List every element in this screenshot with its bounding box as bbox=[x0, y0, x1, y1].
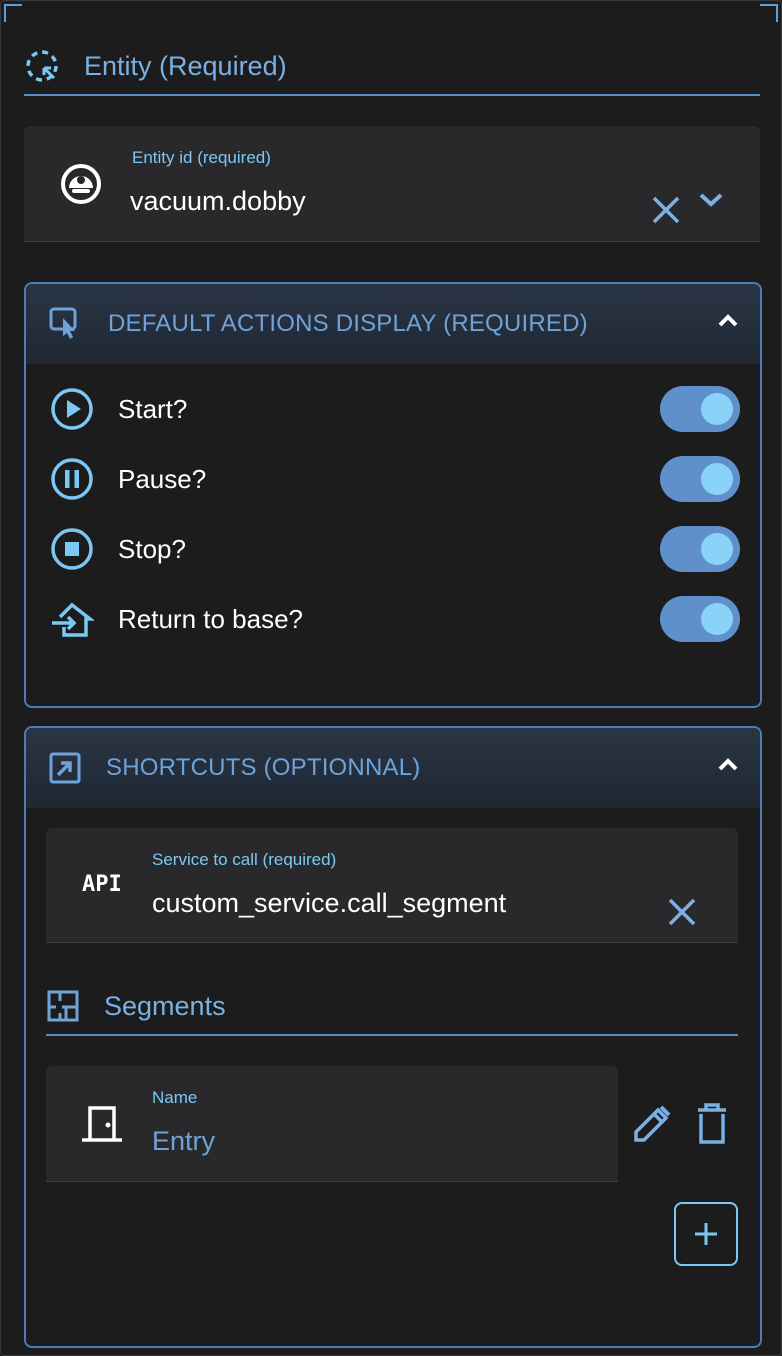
segment-name-field[interactable]: Name Entry bbox=[46, 1066, 618, 1182]
action-row-start: Start? bbox=[26, 374, 760, 444]
action-label-stop: Stop? bbox=[118, 533, 186, 564]
chevron-up-icon[interactable] bbox=[718, 758, 738, 772]
segments-header: Segments bbox=[46, 978, 738, 1036]
entity-section-title: Entity (Required) bbox=[84, 50, 287, 81]
toggle-stop[interactable] bbox=[660, 526, 740, 572]
service-field[interactable]: API Service to call (required) custom_se… bbox=[46, 828, 738, 943]
service-label: Service to call (required) bbox=[152, 850, 337, 869]
add-segment-button[interactable] bbox=[674, 1202, 738, 1266]
clear-icon[interactable] bbox=[666, 896, 698, 928]
home-import-icon bbox=[52, 602, 94, 637]
selection-dashed-icon bbox=[26, 50, 58, 82]
chevron-down-icon[interactable] bbox=[698, 190, 724, 210]
action-row-pause: Pause? bbox=[26, 444, 760, 514]
action-label-return: Return to base? bbox=[118, 603, 304, 634]
action-row-stop: Stop? bbox=[26, 514, 760, 584]
segments-title: Segments bbox=[104, 990, 226, 1021]
toggle-return[interactable] bbox=[660, 596, 740, 642]
corner-marker bbox=[760, 4, 778, 22]
door-icon bbox=[82, 1106, 122, 1142]
action-row-return: Return to base? bbox=[26, 584, 760, 654]
pause-circle-icon bbox=[51, 458, 93, 500]
robot-vacuum-icon bbox=[61, 164, 101, 204]
entity-id-label: Entity id (required) bbox=[132, 148, 271, 167]
action-label-start: Start? bbox=[118, 393, 188, 424]
corner-marker bbox=[4, 4, 22, 22]
action-label-pause: Pause? bbox=[118, 463, 207, 494]
shortcuts-header[interactable]: SHORTCUTS (OPTIONNAL) bbox=[26, 728, 760, 808]
shortcuts-title: SHORTCUTS (OPTIONNAL) bbox=[106, 754, 421, 781]
toggle-knob bbox=[701, 533, 733, 565]
toggle-start[interactable] bbox=[660, 386, 740, 432]
clear-icon[interactable] bbox=[650, 194, 682, 226]
segment-name-value[interactable]: Entry bbox=[152, 1126, 215, 1157]
toggle-pause[interactable] bbox=[660, 456, 740, 502]
api-icon: API bbox=[82, 872, 122, 897]
default-actions-title: DEFAULT ACTIONS DISPLAY (REQUIRED) bbox=[108, 310, 588, 337]
toggle-knob bbox=[701, 393, 733, 425]
gesture-tap-icon bbox=[49, 307, 77, 339]
default-actions-panel: DEFAULT ACTIONS DISPLAY (REQUIRED) Start… bbox=[24, 282, 762, 708]
entity-id-field[interactable]: Entity id (required) vacuum.dobby bbox=[24, 126, 760, 242]
trash-icon[interactable] bbox=[692, 1102, 732, 1146]
toggle-knob bbox=[701, 463, 733, 495]
floor-plan-icon bbox=[47, 990, 79, 1022]
service-value[interactable]: custom_service.call_segment bbox=[152, 888, 506, 919]
default-actions-header[interactable]: DEFAULT ACTIONS DISPLAY (REQUIRED) bbox=[26, 284, 760, 364]
open-in-app-icon bbox=[49, 752, 81, 784]
segment-name-label: Name bbox=[152, 1088, 198, 1107]
pencil-icon[interactable] bbox=[630, 1102, 674, 1146]
play-circle-icon bbox=[51, 388, 93, 430]
chevron-up-icon[interactable] bbox=[718, 314, 738, 328]
stop-circle-icon bbox=[51, 528, 93, 570]
entity-id-value[interactable]: vacuum.dobby bbox=[130, 186, 306, 217]
shortcuts-panel: SHORTCUTS (OPTIONNAL) API Service to cal… bbox=[24, 726, 762, 1348]
toggle-knob bbox=[701, 603, 733, 635]
plus-icon bbox=[695, 1223, 717, 1245]
entity-section-header: Entity (Required) bbox=[24, 38, 760, 96]
